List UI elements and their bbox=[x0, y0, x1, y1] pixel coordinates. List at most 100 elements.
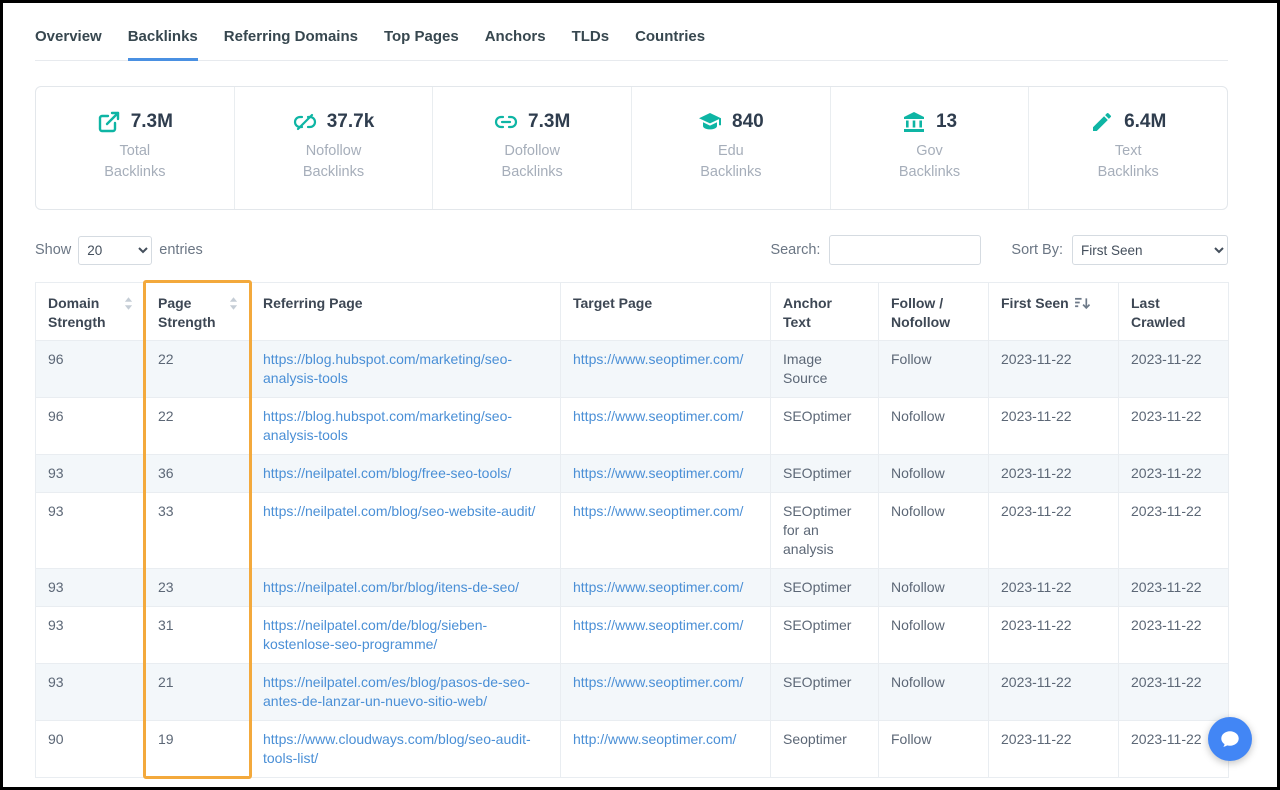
graduation-cap-icon bbox=[698, 110, 722, 134]
referring-page-link[interactable]: https://blog.hubspot.com/marketing/seo-a… bbox=[263, 351, 512, 386]
column-label: Domain Strength bbox=[48, 294, 118, 332]
referring-page-link[interactable]: https://www.cloudways.com/blog/seo-audit… bbox=[263, 731, 531, 766]
column-header-first-seen[interactable]: First Seen bbox=[989, 283, 1119, 341]
cell-follow-nofollow: Nofollow bbox=[879, 664, 989, 721]
referring-page-link[interactable]: https://neilpatel.com/de/blog/sieben-kos… bbox=[263, 617, 487, 652]
cell-first-seen: 2023-11-22 bbox=[989, 398, 1119, 455]
table-row: 9333 https://neilpatel.com/blog/seo-websi… bbox=[36, 493, 1229, 569]
cell-follow-nofollow: Nofollow bbox=[879, 493, 989, 569]
column-header-last-crawled: Last Crawled bbox=[1119, 283, 1229, 341]
cell-last-crawled: 2023-11-22 bbox=[1119, 455, 1229, 493]
tab-overview[interactable]: Overview bbox=[35, 28, 102, 61]
cell-anchor-text: SEOptimer bbox=[771, 398, 879, 455]
cell-first-seen: 2023-11-22 bbox=[989, 569, 1119, 607]
tab-top-pages[interactable]: Top Pages bbox=[384, 28, 459, 61]
table-row: 9331https://neilpatel.com/de/blog/sieben… bbox=[36, 607, 1229, 664]
cell-follow-nofollow: Follow bbox=[879, 721, 989, 778]
tab-countries[interactable]: Countries bbox=[635, 28, 705, 61]
sort-arrows-icon[interactable] bbox=[124, 297, 133, 310]
table-body: 9622https://blog.hubspot.com/marketing/s… bbox=[36, 341, 1229, 778]
cell-page-strength: 23 bbox=[146, 569, 251, 607]
tab-referring-domains[interactable]: Referring Domains bbox=[224, 28, 358, 61]
sort-arrows-icon[interactable] bbox=[229, 297, 238, 310]
cell-last-crawled: 2023-11-22 bbox=[1119, 607, 1229, 664]
stat-value: 840 bbox=[732, 111, 764, 133]
referring-page-link[interactable]: https://neilpatel.com/blog/free-seo-tool… bbox=[263, 465, 511, 481]
cell-follow-nofollow: Nofollow bbox=[879, 607, 989, 664]
target-page-link[interactable]: https://www.seoptimer.com/ bbox=[573, 408, 743, 424]
unlink-icon bbox=[293, 110, 317, 134]
cell-first-seen: 2023-11-22 bbox=[989, 664, 1119, 721]
cell-anchor-text: SEOptimer bbox=[771, 664, 879, 721]
table-row: 9019https://www.cloudways.com/blog/seo-a… bbox=[36, 721, 1229, 778]
table-header-row: Domain StrengthPage StrengthReferring Pa… bbox=[36, 283, 1229, 341]
table-row: 9622https://blog.hubspot.com/marketing/s… bbox=[36, 398, 1229, 455]
target-page-link[interactable]: https://www.seoptimer.com/ bbox=[573, 503, 743, 519]
tab-tlds[interactable]: TLDs bbox=[572, 28, 610, 61]
tab-anchors[interactable]: Anchors bbox=[485, 28, 546, 61]
cell-referring-page: https://neilpatel.com/de/blog/sieben-kos… bbox=[251, 607, 561, 664]
cell-domain-strength: 96 bbox=[36, 398, 146, 455]
cell-referring-page: https://neilpatel.com/br/blog/itens-de-s… bbox=[251, 569, 561, 607]
target-page-link[interactable]: https://www.seoptimer.com/ bbox=[573, 674, 743, 690]
cell-last-crawled: 2023-11-22 bbox=[1119, 664, 1229, 721]
cell-anchor-text: SEOptimer bbox=[771, 569, 879, 607]
cell-domain-strength: 93 bbox=[36, 493, 146, 569]
backlinks-table: Domain StrengthPage StrengthReferring Pa… bbox=[35, 282, 1229, 778]
target-page-link[interactable]: https://www.seoptimer.com/ bbox=[573, 351, 743, 367]
sort-by-select[interactable]: First Seen bbox=[1072, 235, 1228, 265]
referring-page-link[interactable]: https://neilpatel.com/br/blog/itens-de-s… bbox=[263, 579, 519, 595]
column-label: Anchor Text bbox=[783, 294, 837, 332]
stat-value: 37.7k bbox=[327, 111, 375, 133]
cell-anchor-text: SEOptimer bbox=[771, 607, 879, 664]
sort-by-label: Sort By: bbox=[1011, 242, 1063, 258]
stat-nofollow-backlinks: 37.7kNofollowBacklinks bbox=[235, 87, 434, 209]
cell-referring-page: https://neilpatel.com/blog/free-seo-tool… bbox=[251, 455, 561, 493]
cell-first-seen: 2023-11-22 bbox=[989, 607, 1119, 664]
chat-icon bbox=[1219, 728, 1241, 750]
tab-bar: Overview Backlinks Referring Domains Top Pa… bbox=[35, 3, 1228, 61]
cell-referring-page: https://www.cloudways.com/blog/seo-audit… bbox=[251, 721, 561, 778]
referring-page-link[interactable]: https://neilpatel.com/blog/seo-website-a… bbox=[263, 503, 535, 519]
cell-anchor-text: SEOptimer for an analysis bbox=[771, 493, 879, 569]
target-page-link[interactable]: http://www.seoptimer.com/ bbox=[573, 731, 736, 747]
table-row: 9323https://neilpatel.com/br/blog/itens-… bbox=[36, 569, 1229, 607]
target-page-link[interactable]: https://www.seoptimer.com/ bbox=[573, 579, 743, 595]
column-header-domain-strength[interactable]: Domain Strength bbox=[36, 283, 146, 341]
tab-backlinks[interactable]: Backlinks bbox=[128, 28, 198, 61]
stat-dofollow-backlinks: 7.3MDofollowBacklinks bbox=[433, 87, 632, 209]
stat-label: TextBacklinks bbox=[1098, 141, 1159, 183]
cell-page-strength: 21 bbox=[146, 664, 251, 721]
cell-last-crawled: 2023-11-22 bbox=[1119, 569, 1229, 607]
entries-label: entries bbox=[159, 242, 203, 258]
column-label: First Seen bbox=[1001, 294, 1069, 313]
referring-page-link[interactable]: https://blog.hubspot.com/marketing/seo-a… bbox=[263, 408, 512, 443]
column-header-target-page: Target Page bbox=[561, 283, 771, 341]
pencil-icon bbox=[1090, 110, 1114, 134]
column-label: Last Crawled bbox=[1131, 294, 1195, 332]
sort-active-icon[interactable] bbox=[1075, 297, 1090, 310]
cell-follow-nofollow: Nofollow bbox=[879, 398, 989, 455]
target-page-link[interactable]: https://www.seoptimer.com/ bbox=[573, 465, 743, 481]
cell-last-crawled: 2023-11-22 bbox=[1119, 398, 1229, 455]
stat-value: 6.4M bbox=[1124, 111, 1166, 133]
table-controls: Show 20 entries Search: Sort By: First S… bbox=[35, 235, 1228, 265]
column-label: Follow / Nofollow bbox=[891, 294, 976, 332]
cell-target-page: https://www.seoptimer.com/ bbox=[561, 455, 771, 493]
cell-first-seen: 2023-11-22 bbox=[989, 341, 1119, 398]
entries-select[interactable]: 20 bbox=[78, 236, 152, 265]
search-label: Search: bbox=[770, 242, 820, 258]
search-input[interactable] bbox=[829, 235, 981, 265]
cell-follow-nofollow: Follow bbox=[879, 341, 989, 398]
backlinks-table-wrap: Domain StrengthPage StrengthReferring Pa… bbox=[35, 282, 1228, 778]
cell-target-page: https://www.seoptimer.com/ bbox=[561, 664, 771, 721]
cell-referring-page: https://neilpatel.com/blog/seo-website-a… bbox=[251, 493, 561, 569]
referring-page-link[interactable]: https://neilpatel.com/es/blog/pasos-de-s… bbox=[263, 674, 530, 709]
column-header-page-strength[interactable]: Page Strength bbox=[146, 283, 251, 341]
chat-launcher-button[interactable] bbox=[1208, 717, 1252, 761]
cell-domain-strength: 93 bbox=[36, 607, 146, 664]
bank-icon bbox=[902, 110, 926, 134]
target-page-link[interactable]: https://www.seoptimer.com/ bbox=[573, 617, 743, 633]
cell-last-crawled: 2023-11-22 bbox=[1119, 493, 1229, 569]
cell-page-strength: 33 bbox=[146, 493, 251, 569]
